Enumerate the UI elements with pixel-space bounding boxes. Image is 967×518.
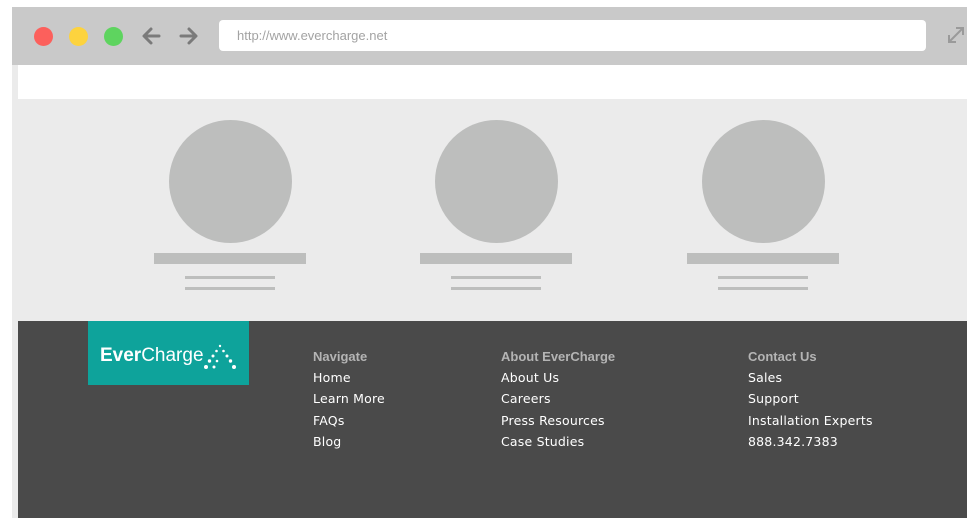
profile-card	[416, 99, 576, 321]
arrow-left-icon[interactable]	[140, 21, 164, 51]
evercharge-logo[interactable]: EverCharge	[88, 321, 249, 385]
name-placeholder	[687, 253, 839, 264]
text-line-placeholder	[185, 276, 275, 279]
profile-card	[150, 99, 310, 321]
avatar-placeholder	[169, 120, 292, 243]
profile-card	[683, 99, 843, 321]
footer-link-sales[interactable]: Sales	[748, 370, 873, 391]
site-footer: EverCharge Navigate Home Learn More FAQs…	[18, 321, 967, 518]
name-placeholder	[154, 253, 306, 264]
team-section	[18, 99, 967, 321]
logo-dots-icon	[204, 344, 236, 369]
text-line-placeholder	[451, 276, 541, 279]
name-placeholder	[420, 253, 572, 264]
maximize-window-button[interactable]	[104, 27, 123, 46]
footer-link-about-us[interactable]: About Us	[501, 370, 615, 391]
text-line-placeholder	[451, 287, 541, 290]
avatar-placeholder	[702, 120, 825, 243]
text-line-placeholder	[718, 276, 808, 279]
url-input[interactable]	[237, 20, 917, 51]
footer-phone-link[interactable]: 888.342.7383	[748, 434, 873, 455]
expand-icon[interactable]	[945, 24, 967, 46]
footer-link-home[interactable]: Home	[313, 370, 385, 391]
footer-link-support[interactable]: Support	[748, 391, 873, 412]
address-bar[interactable]	[219, 20, 926, 51]
footer-link-faqs[interactable]: FAQs	[313, 413, 385, 434]
logo-wordmark: EverCharge	[100, 345, 204, 366]
footer-heading: Contact Us	[748, 349, 817, 364]
arrow-right-icon[interactable]	[176, 21, 200, 51]
footer-link-learn-more[interactable]: Learn More	[313, 391, 385, 412]
footer-link-installation-experts[interactable]: Installation Experts	[748, 413, 873, 434]
site-header	[18, 65, 967, 99]
footer-link-blog[interactable]: Blog	[313, 434, 385, 455]
footer-column-contact: Contact Us Sales Support Installation Ex…	[748, 349, 873, 455]
footer-column-navigate: Navigate Home Learn More FAQs Blog	[313, 349, 385, 455]
text-line-placeholder	[185, 287, 275, 290]
minimize-window-button[interactable]	[69, 27, 88, 46]
footer-link-press-resources[interactable]: Press Resources	[501, 413, 615, 434]
browser-window: EverCharge Navigate Home Learn More FAQs…	[12, 7, 967, 518]
avatar-placeholder	[435, 120, 558, 243]
browser-toolbar	[12, 7, 967, 65]
footer-heading: About EverCharge	[501, 349, 616, 364]
close-window-button[interactable]	[34, 27, 53, 46]
footer-link-case-studies[interactable]: Case Studies	[501, 434, 615, 455]
text-line-placeholder	[718, 287, 808, 290]
footer-column-about: About EverCharge About Us Careers Press …	[501, 349, 615, 455]
footer-link-careers[interactable]: Careers	[501, 391, 615, 412]
footer-heading: Navigate	[313, 349, 368, 364]
